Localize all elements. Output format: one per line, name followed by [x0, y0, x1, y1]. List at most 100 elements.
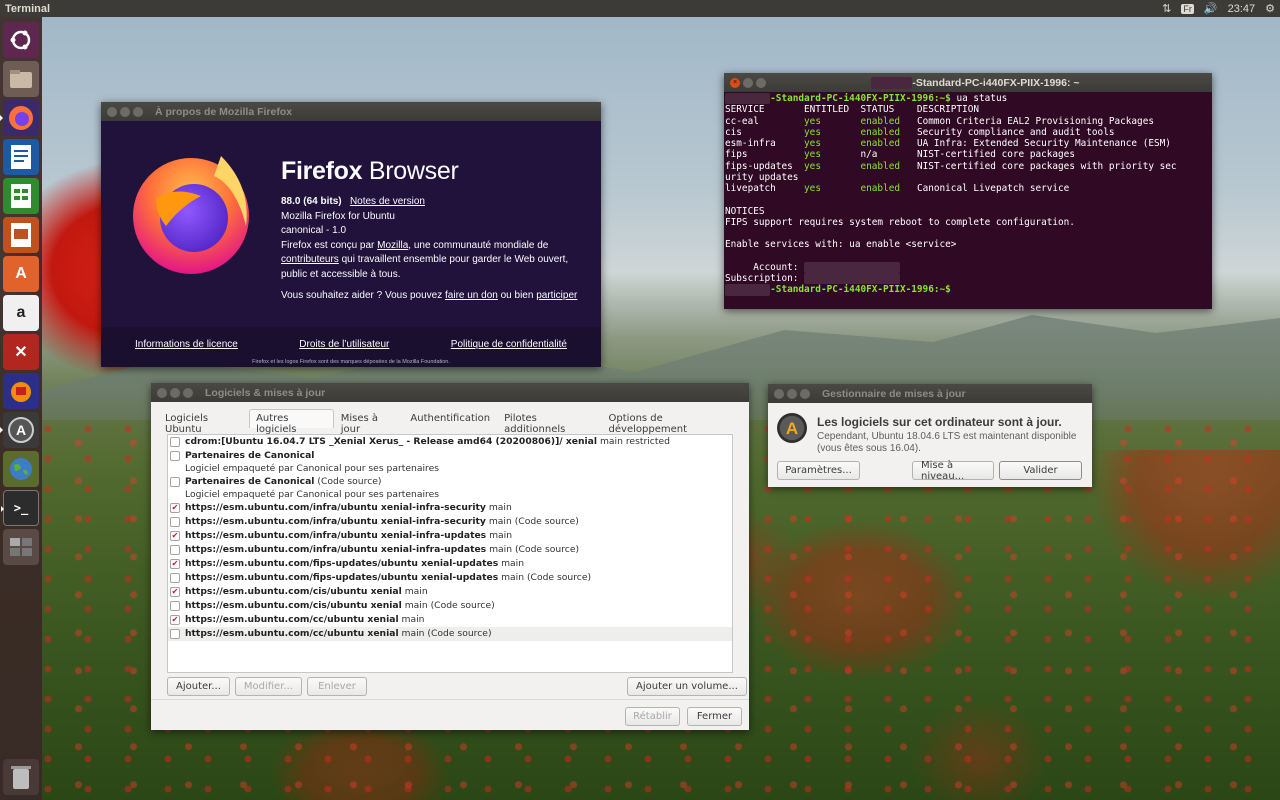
firefox-icon[interactable]: [0, 99, 39, 136]
source-row[interactable]: ✔ https://esm.ubuntu.com/infra/ubuntu xen…: [168, 501, 732, 515]
source-checkbox[interactable]: [170, 437, 180, 447]
source-row[interactable]: ✔ https://esm.ubuntu.com/fips-updates/ubu…: [168, 557, 732, 571]
version-info: 88.0 (64 bits) Notes de version Mozilla …: [281, 195, 581, 304]
source-row[interactable]: cdrom:[Ubuntu 16.04.7 LTS _Xenial Xerus_…: [168, 435, 732, 449]
maximize-icon[interactable]: [800, 388, 810, 399]
window-titlebar[interactable]: À propos de Mozilla Firefox: [101, 102, 601, 121]
terminal-icon[interactable]: >_: [1, 489, 39, 526]
software-updates-window: Logiciels & mises à jour Logiciels Ubunt…: [151, 383, 749, 730]
remove-source-button[interactable]: Enlever: [306, 677, 367, 696]
add-source-button[interactable]: Ajouter...: [167, 677, 230, 696]
user-rights-link[interactable]: Droits de l’utilisateur: [299, 339, 389, 350]
minimize-icon[interactable]: [787, 388, 797, 399]
globe-icon[interactable]: [3, 450, 39, 487]
release-notes-link[interactable]: Notes de version: [350, 196, 425, 207]
help-text: Vous souhaitez aider ? Vous pouvez faire…: [281, 290, 578, 301]
contributors-link[interactable]: contributeurs: [281, 254, 339, 265]
close-button[interactable]: Fermer: [687, 707, 742, 726]
mozilla-link[interactable]: Mozilla: [377, 240, 408, 251]
settings-button[interactable]: Paramètres...: [777, 461, 860, 480]
source-row[interactable]: https://esm.ubuntu.com/cis/ubuntu xenial…: [168, 599, 732, 613]
source-checkbox[interactable]: [170, 517, 180, 527]
source-checkbox[interactable]: ✔: [170, 503, 180, 513]
window-titlebar[interactable]: × xxxxxxx-Standard-PC-i440FX-PIIX-1996: …: [724, 73, 1212, 92]
tab-2[interactable]: Mises à jour: [334, 409, 404, 435]
writer-icon[interactable]: [3, 138, 39, 175]
close-icon[interactable]: [774, 388, 784, 399]
amazon-icon[interactable]: a: [3, 294, 39, 331]
impress-icon[interactable]: [3, 216, 39, 253]
power-gear-icon[interactable]: ⚙: [1265, 2, 1275, 15]
update-status-detail: Cependant, Ubuntu 18.04.6 LTS est mainte…: [817, 431, 1077, 454]
privacy-link[interactable]: Politique de confidentialité: [451, 339, 567, 350]
maximize-icon[interactable]: [133, 106, 143, 117]
source-checkbox[interactable]: [170, 601, 180, 611]
firefox-about-window: À propos de Mozilla Firefox Firefox Brow…: [101, 102, 601, 367]
source-label: https://esm.ubuntu.com/cis/ubuntu xenial…: [185, 600, 495, 611]
clock[interactable]: 23:47: [1228, 3, 1256, 15]
workspaces-icon[interactable]: [3, 528, 39, 565]
source-row[interactable]: ✔ https://esm.ubuntu.com/infra/ubuntu xen…: [168, 529, 732, 543]
maximize-icon[interactable]: [756, 77, 766, 88]
source-checkbox[interactable]: ✔: [170, 531, 180, 541]
tab-4[interactable]: Pilotes additionnels: [497, 409, 601, 435]
close-icon[interactable]: [107, 106, 117, 117]
participate-link[interactable]: participer: [536, 290, 577, 301]
active-app-name: Terminal: [5, 2, 51, 15]
source-row[interactable]: https://esm.ubuntu.com/infra/ubuntu xeni…: [168, 543, 732, 557]
minimize-icon[interactable]: [743, 77, 753, 88]
software-icon[interactable]: A: [3, 255, 39, 292]
svg-text:A: A: [16, 422, 26, 438]
window-titlebar[interactable]: Gestionnaire de mises à jour: [768, 384, 1092, 403]
notice-text: FIPS support requires system reboot to c…: [725, 216, 1075, 228]
source-row[interactable]: ✔ https://esm.ubuntu.com/cis/ubuntu xenia…: [168, 585, 732, 599]
tab-5[interactable]: Options de développement: [602, 409, 742, 435]
dash-icon[interactable]: [3, 21, 39, 58]
source-checkbox[interactable]: [170, 451, 180, 461]
source-row[interactable]: Partenaires de Canonical Logiciel empaque…: [168, 449, 732, 475]
ok-button[interactable]: Valider: [999, 461, 1082, 480]
source-label: https://esm.ubuntu.com/infra/ubuntu xeni…: [185, 530, 513, 541]
source-checkbox[interactable]: ✔: [170, 587, 180, 597]
source-row[interactable]: https://esm.ubuntu.com/fips-updates/ubun…: [168, 571, 732, 585]
terminal-window[interactable]: × xxxxxxx-Standard-PC-i440FX-PIIX-1996: …: [724, 73, 1212, 309]
redacted-user: xxxxxxx: [871, 76, 913, 89]
trash-icon[interactable]: [3, 758, 39, 795]
source-row[interactable]: Partenaires de Canonical (Code source) Lo…: [168, 475, 732, 501]
source-row[interactable]: https://esm.ubuntu.com/infra/ubuntu xeni…: [168, 515, 732, 529]
tab-3[interactable]: Authentification: [403, 409, 497, 428]
volume-icon[interactable]: 🔊: [1204, 2, 1218, 15]
software-updater-icon[interactable]: A: [0, 411, 39, 448]
sources-list[interactable]: cdrom:[Ubuntu 16.04.7 LTS _Xenial Xerus_…: [167, 434, 733, 673]
license-link[interactable]: Informations de licence: [135, 339, 238, 350]
add-volume-button[interactable]: Ajouter un volume...: [627, 677, 747, 696]
source-checkbox[interactable]: [170, 545, 180, 555]
source-label: https://esm.ubuntu.com/cis/ubuntu xenial…: [185, 586, 428, 597]
launcher: A a ✕ A >_: [0, 17, 42, 800]
settings-icon[interactable]: ✕: [3, 333, 39, 370]
modify-source-button[interactable]: Modifier...: [234, 677, 302, 696]
wrap-text: urity updates: [725, 171, 799, 183]
keyboard-layout-indicator[interactable]: Fr: [1181, 3, 1194, 14]
source-row[interactable]: ✔ https://esm.ubuntu.com/cc/ubuntu xenial…: [168, 613, 732, 627]
donate-link[interactable]: faire un don: [445, 290, 498, 301]
network-icon[interactable]: ⇅: [1162, 2, 1171, 15]
close-icon[interactable]: ×: [730, 77, 740, 88]
source-checkbox[interactable]: [170, 629, 180, 639]
source-checkbox[interactable]: [170, 477, 180, 487]
terminal-output[interactable]: xxxxxxxx-Standard-PC-i440FX-PIIX-1996:~$…: [724, 92, 1212, 296]
minimize-icon[interactable]: [120, 106, 130, 117]
source-checkbox[interactable]: ✔: [170, 559, 180, 569]
calc-icon[interactable]: [3, 177, 39, 214]
source-checkbox[interactable]: ✔: [170, 615, 180, 625]
source-row[interactable]: https://esm.ubuntu.com/cc/ubuntu xenial …: [168, 627, 732, 641]
source-label: cdrom:[Ubuntu 16.04.7 LTS _Xenial Xerus_…: [185, 436, 670, 447]
source-checkbox[interactable]: [170, 573, 180, 583]
tab-0[interactable]: Logiciels Ubuntu: [158, 409, 249, 435]
trademark-notice: Firefox et les logos Firefox sont des ma…: [252, 359, 450, 365]
audacity-icon[interactable]: [3, 372, 39, 409]
files-icon[interactable]: [3, 60, 39, 97]
tab-1[interactable]: Autres logiciels: [249, 409, 334, 435]
revert-button[interactable]: Rétablir: [625, 707, 680, 726]
upgrade-button[interactable]: Mise à niveau...: [912, 460, 994, 482]
